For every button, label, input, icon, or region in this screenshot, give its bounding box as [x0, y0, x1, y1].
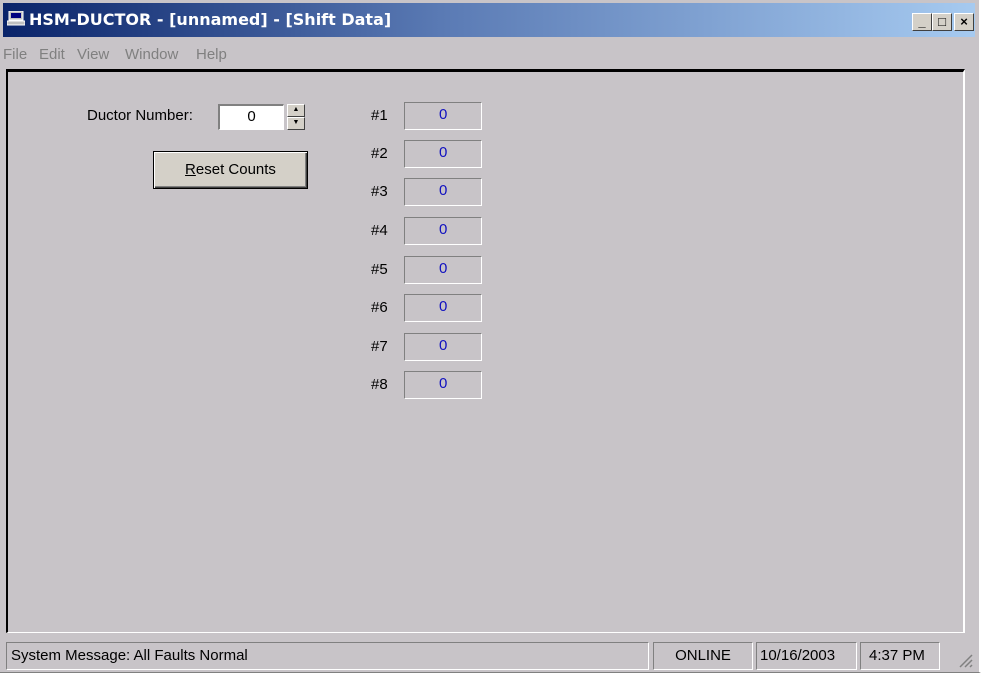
menu-window[interactable]: Window	[125, 46, 178, 63]
window-title: HSM-DUCTOR - [unnamed] - [Shift Data]	[29, 10, 392, 29]
menu-bar: File Edit View Window Help	[3, 40, 975, 68]
menu-view[interactable]: View	[77, 46, 109, 63]
count-value-8: 0	[404, 371, 482, 399]
menu-help[interactable]: Help	[196, 46, 227, 63]
count-value-1: 0	[404, 102, 482, 130]
count-value-6: 0	[404, 294, 482, 322]
count-label-3: #3	[371, 183, 388, 200]
spin-up-icon[interactable]: ▲	[287, 104, 305, 117]
count-label-1: #1	[371, 107, 388, 124]
count-label-5: #5	[371, 261, 388, 278]
computer-app-icon	[7, 11, 25, 26]
count-label-8: #8	[371, 376, 388, 393]
spin-down-icon[interactable]: ▼	[287, 117, 305, 130]
resize-grip-icon[interactable]	[957, 652, 973, 668]
main-window: HSM-DUCTOR - [unnamed] - [Shift Data] _ …	[0, 0, 981, 673]
close-button[interactable]: ×	[954, 13, 974, 31]
ductor-number-spinner: ▲ ▼	[287, 104, 305, 130]
count-value-4: 0	[404, 217, 482, 245]
status-date: 10/16/2003	[756, 642, 857, 670]
reset-counts-button[interactable]: Reset Counts	[153, 151, 308, 189]
count-value-5: 0	[404, 256, 482, 284]
count-value-3: 0	[404, 178, 482, 206]
count-label-2: #2	[371, 145, 388, 162]
menu-file[interactable]: File	[3, 46, 27, 63]
ductor-number-label: Ductor Number:	[87, 107, 193, 124]
menu-edit[interactable]: Edit	[39, 46, 65, 63]
ductor-number-input[interactable]: 0	[218, 104, 284, 130]
shift-data-panel	[6, 69, 965, 633]
maximize-button[interactable]: □	[932, 13, 952, 31]
count-label-7: #7	[371, 338, 388, 355]
count-label-6: #6	[371, 299, 388, 316]
minimize-button[interactable]: _	[912, 13, 932, 31]
status-message: System Message: All Faults Normal	[6, 642, 649, 670]
count-value-7: 0	[404, 333, 482, 361]
count-label-4: #4	[371, 222, 388, 239]
status-time: 4:37 PM	[860, 642, 940, 670]
status-bar: System Message: All Faults Normal ONLINE…	[3, 638, 975, 670]
title-bar[interactable]: HSM-DUCTOR - [unnamed] - [Shift Data] _ …	[3, 3, 975, 37]
status-online: ONLINE	[653, 642, 753, 670]
count-value-2: 0	[404, 140, 482, 168]
